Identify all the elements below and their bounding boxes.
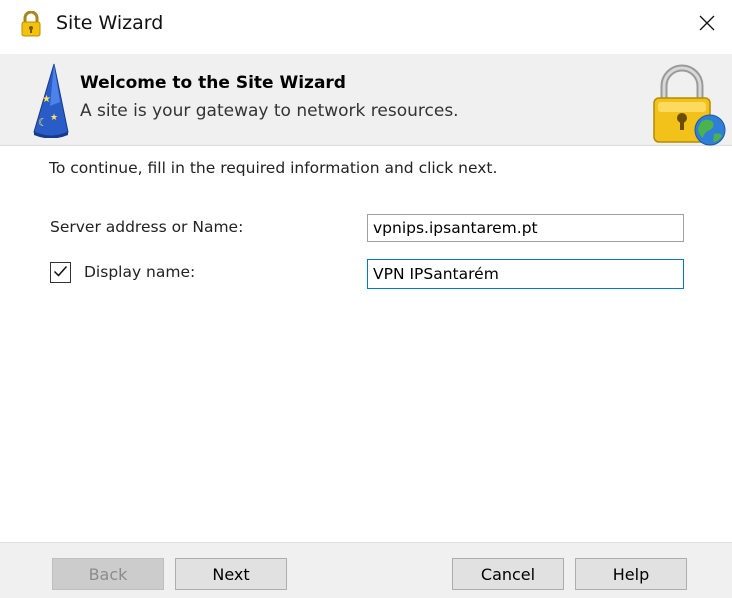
window-title: Site Wizard [56,12,164,34]
close-icon [698,14,716,36]
padlock-icon [20,10,42,37]
svg-text:☾: ☾ [38,116,48,129]
banner-subtitle: A site is your gateway to network resour… [80,101,459,121]
button-bar: Back Next Cancel Help [0,542,732,598]
display-name-label: Display name: [84,263,196,281]
title-bar: Site Wizard [0,0,732,52]
banner-title: Welcome to the Site Wizard [80,73,346,93]
help-button[interactable]: Help [575,558,687,590]
wizard-hat-icon: ★ ★ ☾ [32,62,70,139]
checkmark-icon [53,263,68,282]
padlock-globe-icon [646,64,728,146]
next-button[interactable]: Next [175,558,287,590]
display-name-checkbox[interactable] [50,262,71,283]
close-button[interactable] [682,0,732,50]
cancel-button[interactable]: Cancel [452,558,564,590]
header-banner: ★ ★ ☾ Welcome to the Site Wizard A site … [0,54,732,146]
back-button[interactable]: Back [52,558,164,590]
svg-text:★: ★ [42,94,51,105]
svg-text:★: ★ [50,113,58,123]
server-address-label: Server address or Name: [50,218,244,236]
display-name-input[interactable] [367,259,684,289]
instructions-text: To continue, fill in the required inform… [49,159,498,177]
server-address-input[interactable] [367,214,684,242]
